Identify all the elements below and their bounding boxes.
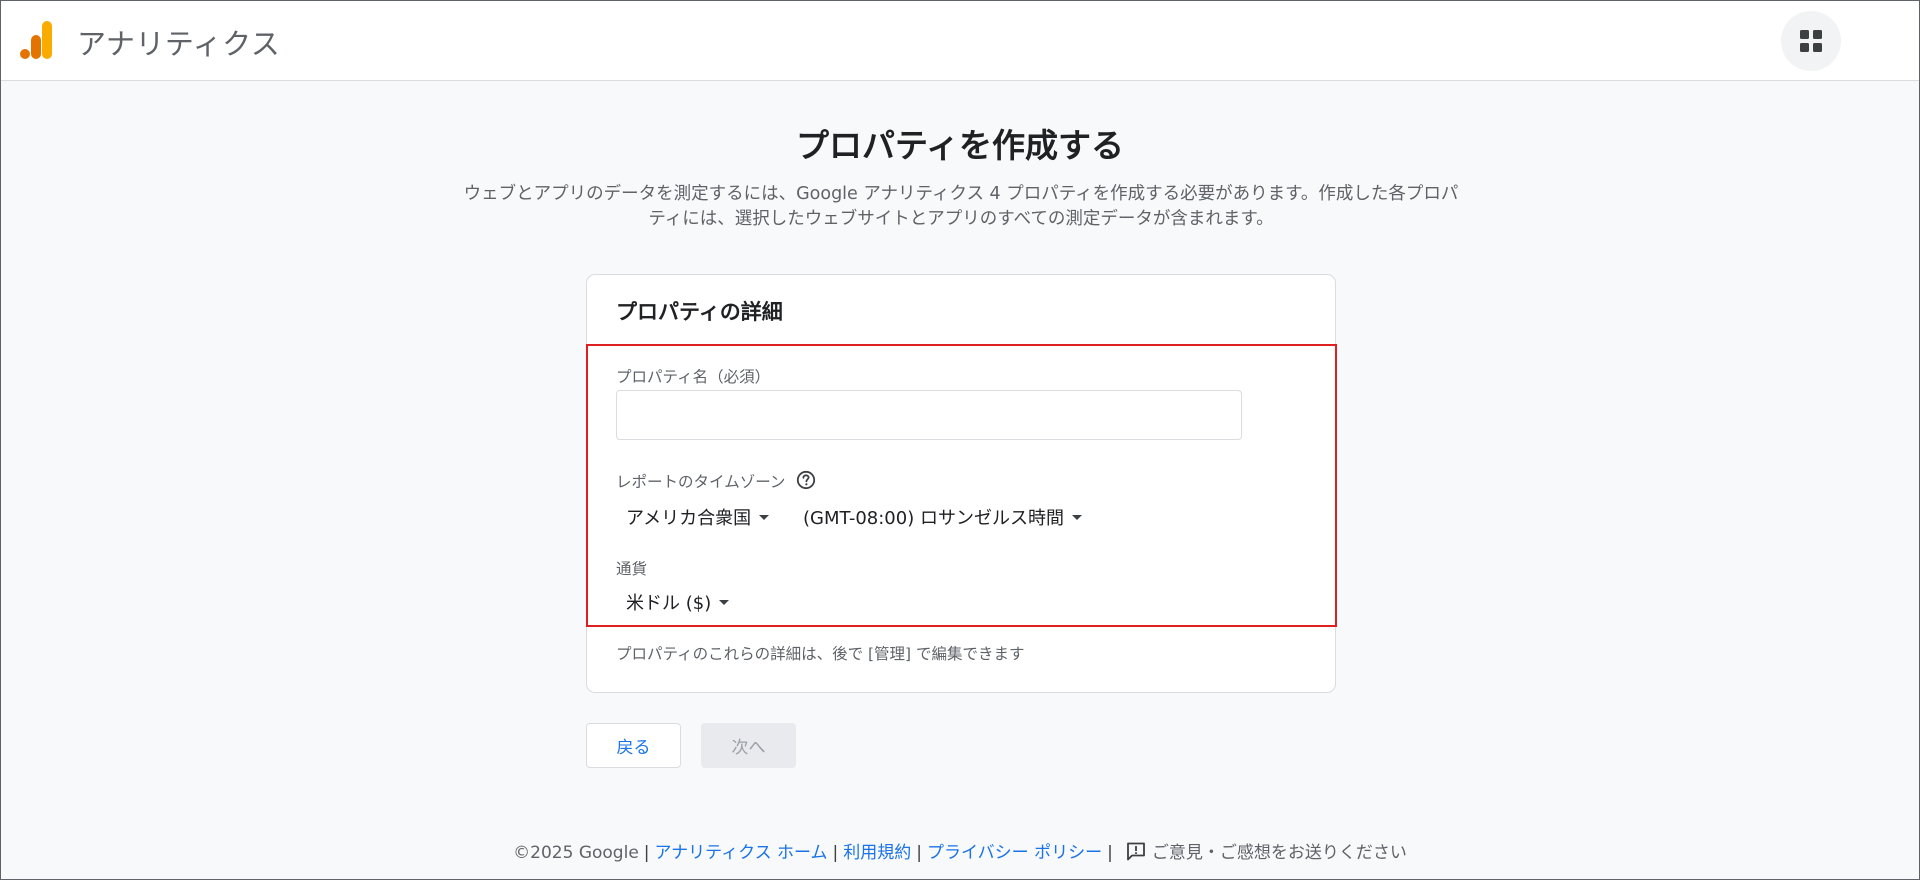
footer-separator: | — [832, 843, 839, 863]
card-title: プロパティの詳細 — [616, 300, 783, 324]
privacy-link[interactable]: プライバシー ポリシー — [927, 843, 1102, 863]
apps-grid-icon — [1800, 30, 1822, 52]
caret-down-icon — [719, 599, 730, 605]
caret-down-icon — [759, 514, 770, 520]
apps-button[interactable] — [1781, 11, 1841, 71]
property-name-input[interactable] — [616, 390, 1242, 440]
currency-label: 通貨 — [616, 560, 648, 578]
terms-link[interactable]: 利用規約 — [843, 843, 911, 863]
page-description: ウェブとアプリのデータを測定するには、Google アナリティクス 4 プロパテ… — [463, 184, 1459, 229]
copyright: ©2025 Google — [513, 843, 639, 863]
back-button[interactable]: 戻る — [586, 723, 681, 768]
currency-dropdown[interactable]: 米ドル ($) — [626, 589, 730, 615]
currency-value: 米ドル ($) — [626, 593, 712, 614]
timezone-label: レポートのタイムゾーン — [616, 473, 786, 491]
top-app-bar: アナリティクス — [1, 1, 1919, 81]
footer-separator: | — [1107, 843, 1113, 863]
analytics-logo-icon[interactable] — [20, 21, 54, 59]
app-title: アナリティクス — [77, 27, 281, 61]
page-title: プロパティを作成する — [795, 126, 1125, 165]
timezone-country-dropdown[interactable]: アメリカ合衆国 — [626, 504, 770, 530]
card-note: プロパティのこれらの詳細は、後で [管理] で編集できます — [616, 645, 1025, 663]
footer-separator: | — [643, 843, 650, 863]
help-circle-icon[interactable] — [796, 470, 816, 490]
caret-down-icon — [1071, 514, 1082, 520]
feedback-icon[interactable] — [1126, 842, 1146, 861]
feedback-link[interactable]: ご意見・ご感想をお送りください — [1152, 843, 1407, 863]
next-button[interactable]: 次へ — [701, 723, 796, 768]
property-name-label: プロパティ名（必須） — [616, 368, 771, 386]
footer: ©2025 Google | アナリティクス ホーム | 利用規約 | プライバシー ポリシ… — [1, 838, 1919, 863]
timezone-zone-value: (GMT-08:00) ロサンゼルス時間 — [803, 508, 1064, 529]
timezone-zone-dropdown[interactable]: (GMT-08:00) ロサンゼルス時間 — [803, 504, 1082, 530]
timezone-country-value: アメリカ合衆国 — [626, 508, 752, 529]
analytics-home-link[interactable]: アナリティクス ホーム — [655, 843, 828, 863]
footer-separator: | — [916, 843, 923, 863]
